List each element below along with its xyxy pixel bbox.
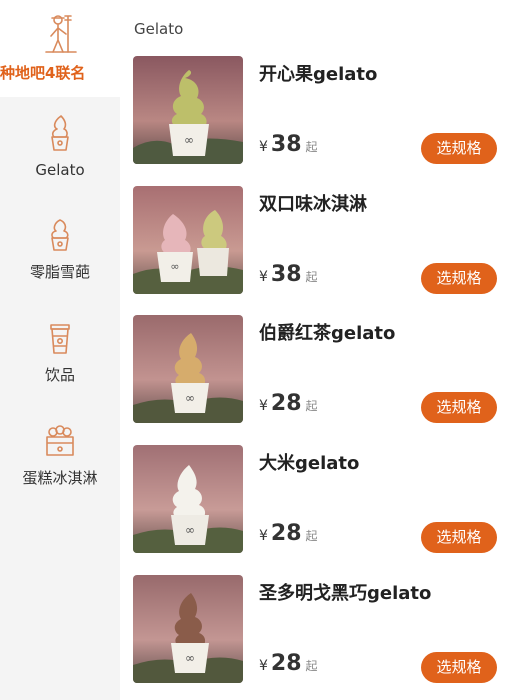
product-image[interactable]: ∞ [133, 575, 243, 683]
drink-cup-icon [50, 324, 70, 354]
price-suffix: 起 [305, 529, 318, 543]
sorbet-icon [51, 219, 69, 251]
select-spec-button[interactable]: 选规格 [421, 263, 497, 294]
product-card[interactable]: ∞ 双口味冰淇淋 ¥38 起 选规格 [133, 186, 503, 298]
currency-symbol: ¥ [259, 269, 268, 285]
product-price: ¥38 起 [259, 132, 318, 157]
currency-symbol: ¥ [259, 139, 268, 155]
product-name: 圣多明戈黑巧gelato [259, 583, 432, 604]
select-spec-button[interactable]: 选规格 [421, 522, 497, 553]
price-value: 28 [270, 651, 302, 676]
svg-text:∞: ∞ [170, 260, 179, 273]
product-card[interactable]: ∞ 伯爵红茶gelato ¥28 起 选规格 [133, 315, 503, 427]
sidebar-item-gelato[interactable]: Gelato [0, 113, 120, 179]
select-spec-button[interactable]: 选规格 [421, 392, 497, 423]
product-image[interactable]: ∞ [133, 56, 243, 164]
price-value: 28 [270, 521, 302, 546]
sidebar-item-label: Gelato [35, 161, 85, 179]
select-spec-button[interactable]: 选规格 [421, 133, 497, 164]
price-suffix: 起 [305, 659, 318, 673]
product-list-panel: Gelato ∞ 开心果gelato ¥38 起 选规格 ∞ 双口味冰淇淋 ¥38… [120, 0, 510, 700]
product-image[interactable]: ∞ [133, 186, 243, 294]
product-name: 伯爵红茶gelato [259, 323, 396, 344]
product-image[interactable]: ∞ [133, 315, 243, 423]
product-price: ¥28 起 [259, 391, 318, 416]
category-title: Gelato [134, 20, 184, 38]
product-price: ¥28 起 [259, 651, 318, 676]
cake-icon [46, 425, 74, 456]
price-value: 28 [270, 391, 302, 416]
product-image[interactable]: ∞ [133, 445, 243, 553]
svg-text:∞: ∞ [185, 391, 195, 405]
farmer-icon [45, 15, 77, 53]
sidebar-item-collab[interactable]: 种地吧4联名 [0, 0, 120, 97]
price-value: 38 [270, 262, 302, 287]
product-price: ¥38 起 [259, 262, 318, 287]
product-card[interactable]: ∞ 大米gelato ¥28 起 选规格 [133, 445, 503, 557]
price-suffix: 起 [305, 270, 318, 284]
currency-symbol: ¥ [259, 528, 268, 544]
product-name: 大米gelato [259, 453, 360, 474]
product-card[interactable]: ∞ 圣多明戈黑巧gelato ¥28 起 选规格 [133, 575, 503, 687]
sidebar-item-sorbet[interactable]: 零脂雪葩 [0, 217, 120, 282]
sidebar-item-drinks[interactable]: 饮品 [0, 320, 120, 385]
category-sidebar: 种地吧4联名 Gelato 零脂雪葩 饮品 蛋糕冰淇淋 [0, 0, 120, 700]
gelato-icon [51, 115, 69, 151]
sidebar-item-label: 零脂雪葩 [29, 263, 90, 281]
price-value: 38 [270, 132, 302, 157]
svg-text:∞: ∞ [184, 133, 194, 147]
sidebar-item-label: 蛋糕冰淇淋 [22, 469, 98, 487]
svg-text:∞: ∞ [185, 651, 195, 665]
currency-symbol: ¥ [259, 658, 268, 674]
sidebar-item-label: 种地吧4联名 [0, 64, 86, 82]
product-name: 双口味冰淇淋 [259, 194, 367, 215]
sidebar-item-cake[interactable]: 蛋糕冰淇淋 [0, 423, 120, 488]
svg-text:∞: ∞ [185, 523, 195, 537]
currency-symbol: ¥ [259, 398, 268, 414]
sidebar-item-label: 饮品 [44, 366, 75, 384]
select-spec-button[interactable]: 选规格 [421, 652, 497, 683]
price-suffix: 起 [305, 399, 318, 413]
product-price: ¥28 起 [259, 521, 318, 546]
price-suffix: 起 [305, 140, 318, 154]
product-name: 开心果gelato [259, 64, 378, 85]
product-card[interactable]: ∞ 开心果gelato ¥38 起 选规格 [133, 56, 503, 168]
